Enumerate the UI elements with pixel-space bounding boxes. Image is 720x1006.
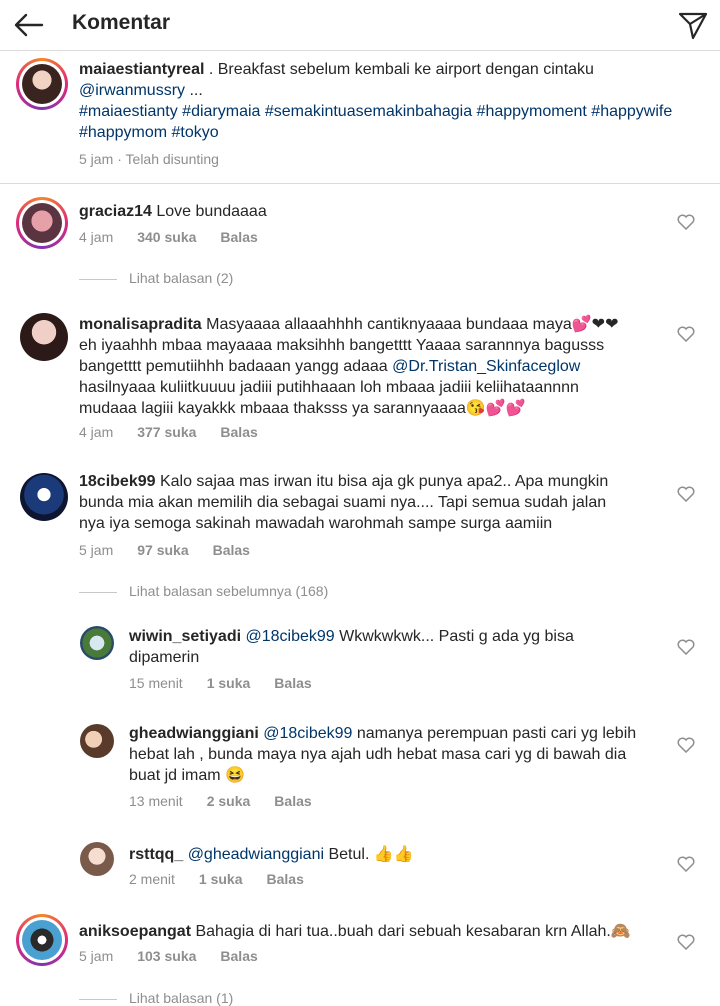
comment-meta: 5 jam 97 suka Balas <box>79 542 250 558</box>
view-replies-link[interactable]: Lihat balasan (2) <box>79 270 233 286</box>
comment-meta: 4 jam 340 suka Balas <box>79 229 258 245</box>
likes-count[interactable]: 377 suka <box>137 424 196 440</box>
comment-text: aniksoepangat Bahagia di hari tua..buah … <box>79 923 631 940</box>
comment-meta: 5 jam 103 suka Balas <box>79 948 258 964</box>
caption-username[interactable]: maiaestiantyreal <box>79 61 204 78</box>
likes-count[interactable]: 97 suka <box>137 542 188 558</box>
comment-username[interactable]: 18cibek99 <box>79 473 156 490</box>
comment-username[interactable]: aniksoepangat <box>79 923 191 940</box>
mention-link[interactable]: @irwanmussry <box>79 82 185 99</box>
mention-link[interactable]: @gheadwianggiani <box>188 846 324 863</box>
avatar[interactable] <box>20 473 68 521</box>
avatar[interactable] <box>20 313 68 361</box>
avatar[interactable] <box>80 842 114 876</box>
view-previous-replies-link[interactable]: Lihat balasan sebelumnya (168) <box>79 583 328 599</box>
avatar[interactable] <box>80 724 114 758</box>
mention-link[interactable]: @18cibek99 <box>263 725 352 742</box>
likes-count[interactable]: 1 suka <box>199 871 243 887</box>
mention-link[interactable]: @18cibek99 <box>246 628 335 645</box>
likes-count[interactable]: 340 suka <box>137 229 196 245</box>
reply-button[interactable]: Balas <box>274 793 311 809</box>
likes-count[interactable]: 2 suka <box>207 793 251 809</box>
edited-label: · Telah disunting <box>117 151 219 167</box>
reply-username[interactable]: gheadwianggiani <box>129 725 259 742</box>
reply-text: wiwin_setiyadi @18cibek99 Wkwkwkwk... Pa… <box>129 628 574 666</box>
likes-count[interactable]: 1 suka <box>207 675 251 691</box>
comment-meta: 4 jam 377 suka Balas <box>79 424 258 440</box>
reply-meta: 15 menit 1 suka Balas <box>129 675 312 691</box>
comment-text: monalisapradita Masyaaaa allaaahhhh cant… <box>79 316 619 417</box>
reply-meta: 13 menit 2 suka Balas <box>129 793 312 809</box>
heart-icon[interactable] <box>677 639 695 655</box>
heart-icon[interactable] <box>677 486 695 502</box>
post-caption: maiaestiantyreal . Breakfast sebelum kem… <box>0 51 720 184</box>
reply-button[interactable]: Balas <box>220 948 257 964</box>
view-replies-link[interactable]: Lihat balasan (1) <box>79 990 233 1006</box>
comment-username[interactable]: monalisapradita <box>79 316 202 333</box>
reply-username[interactable]: wiwin_setiyadi <box>129 628 241 645</box>
header: Komentar <box>0 0 720 51</box>
heart-icon[interactable] <box>677 934 695 950</box>
reply-username[interactable]: rsttqq_ <box>129 846 183 863</box>
reply-text: gheadwianggiani @18cibek99 namanya perem… <box>129 725 637 784</box>
reply-text: rsttqq_ @gheadwianggiani Betul. 👍👍 <box>129 846 414 863</box>
reply-button[interactable]: Balas <box>267 871 304 887</box>
back-arrow-icon[interactable] <box>12 8 46 42</box>
caption-time: 5 jam <box>79 151 114 167</box>
mention-link[interactable]: @Dr.Tristan_Skinfaceglow <box>392 358 580 375</box>
avatar[interactable] <box>16 58 68 110</box>
comment-text: 18cibek99 Kalo sajaa mas irwan itu bisa … <box>79 473 609 532</box>
comment-username[interactable]: graciaz14 <box>79 203 152 220</box>
send-icon[interactable] <box>676 8 710 42</box>
reply-meta: 2 menit 1 suka Balas <box>129 871 304 887</box>
comment-text: graciaz14 Love bundaaaa <box>79 203 267 220</box>
hashtags[interactable]: #maiaestianty #diarymaia #semakintuasema… <box>79 103 672 141</box>
avatar[interactable] <box>80 626 114 660</box>
avatar[interactable] <box>16 914 68 966</box>
reply-button[interactable]: Balas <box>220 424 257 440</box>
heart-icon[interactable] <box>677 737 695 753</box>
reply-button[interactable]: Balas <box>213 542 250 558</box>
caption-meta: 5 jam · Telah disunting <box>79 151 243 167</box>
reply-button[interactable]: Balas <box>220 229 257 245</box>
heart-icon[interactable] <box>677 856 695 872</box>
heart-icon[interactable] <box>677 326 695 342</box>
likes-count[interactable]: 103 suka <box>137 948 196 964</box>
page-title: Komentar <box>72 11 171 34</box>
heart-icon[interactable] <box>677 214 695 230</box>
avatar[interactable] <box>16 197 68 249</box>
caption-text: maiaestiantyreal . Breakfast sebelum kem… <box>79 61 673 141</box>
reply-button[interactable]: Balas <box>274 675 311 691</box>
